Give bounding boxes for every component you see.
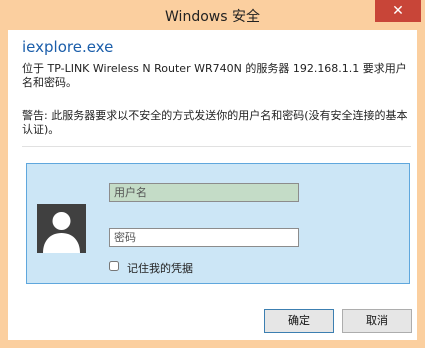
- window-title: Windows 安全: [165, 9, 260, 25]
- user-silhouette-icon: [37, 204, 86, 253]
- security-warning: 警告: 此服务器要求以不安全的方式发送你的用户名和密码(没有安全连接的基本认证)…: [22, 109, 408, 136]
- dialog-body: iexplore.exe 位于 TP-LINK Wireless N Route…: [8, 30, 417, 340]
- auth-message: 位于 TP-LINK Wireless N Router WR740N 的服务器…: [22, 62, 407, 89]
- close-icon: ✕: [392, 3, 404, 19]
- username-input[interactable]: [109, 183, 299, 202]
- ok-button[interactable]: 确定: [264, 309, 334, 333]
- divider: [22, 146, 411, 147]
- app-name: iexplore.exe: [22, 38, 114, 56]
- credential-panel: 记住我的凭据: [26, 163, 410, 284]
- password-input[interactable]: [109, 228, 299, 247]
- remember-checkbox[interactable]: [109, 261, 119, 271]
- avatar-graphic: [43, 212, 80, 253]
- close-button[interactable]: ✕: [375, 0, 421, 22]
- title-bar: Windows 安全 ✕: [0, 0, 425, 30]
- cancel-button[interactable]: 取消: [342, 309, 412, 333]
- remember-label: 记住我的凭据: [127, 262, 193, 275]
